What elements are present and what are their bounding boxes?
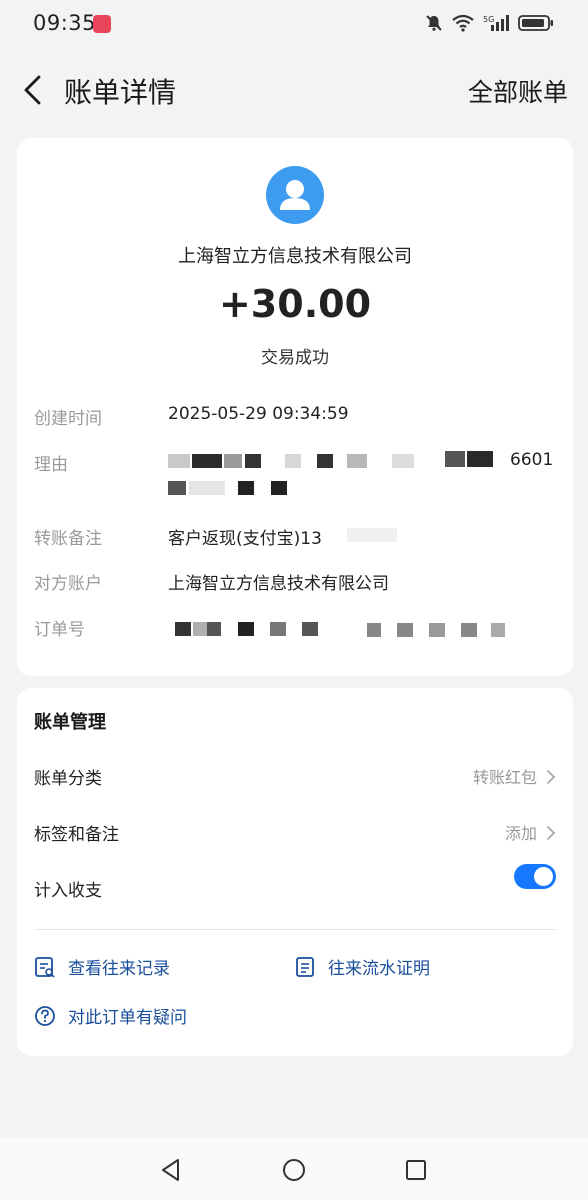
status-icons: 5G: [425, 14, 554, 32]
app-notification-icon: [93, 15, 111, 33]
status-time: 09:35: [33, 11, 97, 35]
battery-icon: [518, 15, 553, 31]
page-title: 账单详情: [64, 76, 177, 109]
navigation-bar: 账单详情 全部账单: [0, 60, 588, 120]
merchant-avatar: [266, 166, 324, 224]
income-expense-row: 计入收支: [17, 868, 573, 908]
statement-proof-label: 往来流水证明: [328, 959, 430, 979]
tags-notes-label: 标签和备注: [34, 825, 119, 845]
chevron-right-icon: [547, 826, 556, 840]
merchant-name: 上海智立方信息技术有限公司: [178, 246, 412, 267]
all-bills-link[interactable]: 全部账单: [468, 73, 568, 109]
remark-redacted-part: [347, 528, 397, 542]
system-navigation-bar: [0, 1138, 588, 1200]
5g-signal-icon: 5G: [483, 15, 509, 31]
toggle-knob: [534, 867, 553, 886]
back-button[interactable]: [18, 72, 52, 108]
records-icon: [35, 956, 55, 978]
bill-category-value: 转账红包: [472, 768, 537, 787]
home-circle-icon[interactable]: [281, 1157, 307, 1183]
counterparty-label: 对方账户: [34, 574, 102, 594]
order-number-label: 订单号: [34, 620, 85, 640]
bill-category-row[interactable]: 账单分类 转账红包: [17, 756, 573, 796]
chevron-left-icon: [24, 75, 41, 105]
transaction-card: 上海智立方信息技术有限公司 +30.00 交易成功 创建时间 2025-05-2…: [17, 138, 573, 676]
remark-value: 客户返现(支付宝)13: [168, 529, 322, 549]
status-bar: 09:35 5G: [0, 0, 588, 50]
income-expense-label: 计入收支: [34, 881, 102, 901]
bill-management-card: 账单管理 账单分类 转账红包 标签和备注 添加 计入收支 查看往来记录 往来流水…: [17, 688, 573, 1056]
question-icon: [35, 1005, 55, 1026]
created-time-label: 创建时间: [34, 409, 102, 429]
created-time-value: 2025-05-29 09:34:59: [168, 404, 349, 424]
user-icon: [280, 180, 310, 210]
view-records-label: 查看往来记录: [68, 959, 170, 979]
svg-text:5G: 5G: [483, 15, 494, 24]
income-expense-toggle[interactable]: [514, 864, 556, 889]
chevron-right-icon: [547, 770, 556, 784]
statement-proof-link[interactable]: 往来流水证明: [294, 954, 430, 979]
tags-notes-row[interactable]: 标签和备注 添加: [17, 812, 573, 852]
wifi-icon: [452, 14, 474, 32]
counterparty-value: 上海智立方信息技术有限公司: [168, 574, 389, 594]
tags-notes-value: 添加: [504, 824, 537, 843]
recents-square-icon[interactable]: [403, 1157, 429, 1183]
reason-label: 理由: [34, 455, 68, 475]
view-records-link[interactable]: 查看往来记录: [34, 954, 170, 979]
order-question-label: 对此订单有疑问: [68, 1008, 187, 1028]
reason-visible-digits: 6601: [510, 450, 554, 470]
remark-label: 转账备注: [34, 529, 102, 549]
bill-management-title: 账单管理: [34, 712, 106, 733]
order-question-link[interactable]: 对此订单有疑问: [34, 1003, 187, 1028]
document-icon: [296, 956, 314, 977]
back-triangle-icon[interactable]: [158, 1157, 184, 1183]
divider: [34, 929, 556, 930]
transaction-amount: +30.00: [218, 282, 372, 326]
mute-bell-icon: [426, 15, 442, 31]
transaction-status: 交易成功: [261, 348, 329, 368]
bill-category-label: 账单分类: [34, 769, 102, 789]
